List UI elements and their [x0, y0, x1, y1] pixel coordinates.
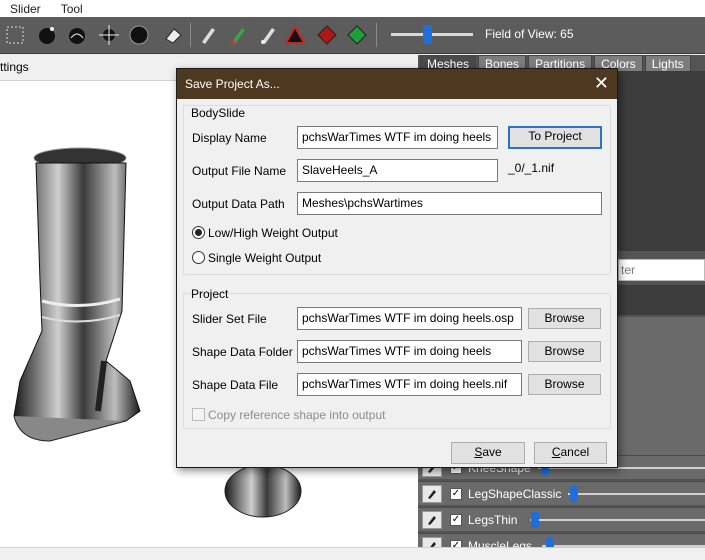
save-button[interactable]: Save [451, 442, 525, 464]
cancel-button[interactable]: Cancel [534, 442, 607, 464]
select-icon[interactable] [2, 22, 28, 48]
eraser-icon[interactable] [160, 22, 186, 48]
browse-slider-set-button[interactable]: Browse [528, 308, 601, 329]
color-brush-icon[interactable] [224, 22, 250, 48]
shape-file-label: Shape Data File [192, 378, 279, 392]
pencil-icon[interactable] [422, 511, 442, 529]
slider-set-label: Slider Set File [192, 312, 267, 326]
shape-file-input[interactable]: pchsWarTimes WTF im doing heels.nif [297, 373, 522, 396]
slider-name: LegShapeClassic [468, 487, 562, 501]
save-project-dialog: Save Project As... ✕ BodySlide Display N… [176, 68, 618, 468]
output-suffix: _0/_1.nif [508, 161, 555, 175]
menu-tool[interactable]: Tool [51, 2, 93, 16]
cancel-label: ancel [560, 445, 590, 459]
brush-inflate-icon[interactable] [126, 22, 152, 48]
diamond-red-icon[interactable] [314, 22, 340, 48]
slider-name: LegsThin [468, 513, 518, 527]
slider-filter-input[interactable]: ter [618, 259, 705, 281]
copy-reference-label: Copy reference shape into output [208, 408, 386, 422]
display-name-input[interactable]: pchsWarTimes WTF im doing heels [297, 126, 498, 149]
shape-folder-label: Shape Data Folder [192, 345, 293, 359]
close-icon[interactable]: ✕ [594, 73, 609, 93]
mask-brush-icon[interactable] [194, 22, 220, 48]
slider-thumb[interactable] [531, 512, 539, 528]
browse-shape-file-button[interactable]: Browse [528, 374, 601, 395]
settings-label[interactable]: ttings [0, 60, 29, 74]
project-group-title: Project [191, 287, 229, 301]
toolbar [0, 17, 705, 54]
fov-label: Field of View: 65 [485, 27, 574, 41]
single-weight-radio[interactable] [192, 251, 205, 264]
slider-row[interactable]: ✓ LegShapeClassic [418, 481, 705, 505]
slider-track[interactable] [568, 493, 705, 495]
alpha-brush-icon[interactable] [254, 22, 280, 48]
single-weight-label[interactable]: Single Weight Output [208, 251, 321, 265]
fov-slider-track[interactable] [391, 33, 473, 36]
fov-slider-thumb[interactable] [423, 25, 432, 44]
menu-bar: Slider Tool [0, 0, 705, 17]
diamond-green-icon[interactable] [344, 22, 370, 48]
bodyslide-group-title: BodySlide [191, 106, 246, 120]
brush-smooth-icon[interactable] [64, 22, 90, 48]
slider-checkbox[interactable]: ✓ [450, 514, 462, 526]
menu-slider[interactable]: Slider [0, 2, 51, 16]
slider-checkbox[interactable]: ✓ [450, 488, 462, 500]
output-path-label: Output Data Path [192, 197, 285, 211]
brush-sphere-icon[interactable] [34, 22, 60, 48]
slider-list-behind [618, 317, 705, 457]
output-path-input[interactable]: Meshes\pchsWartimes [297, 192, 602, 215]
to-project-button[interactable]: To Project [508, 126, 602, 149]
output-file-label: Output File Name [192, 164, 287, 178]
output-file-input[interactable]: SlaveHeels_A [297, 159, 498, 182]
browse-shape-folder-button[interactable]: Browse [528, 341, 601, 362]
dialog-title-bar[interactable]: Save Project As... ✕ [177, 69, 617, 99]
tab-lights[interactable]: Lights [644, 55, 691, 71]
brush-move-icon[interactable] [96, 22, 122, 48]
copy-reference-checkbox[interactable] [192, 408, 205, 421]
low-high-weight-label[interactable]: Low/High Weight Output [208, 226, 338, 240]
pencil-icon[interactable] [422, 485, 442, 503]
weight-brush-icon[interactable] [282, 22, 308, 48]
slider-row[interactable]: ✓ LegsThin [418, 507, 705, 531]
low-high-weight-radio[interactable] [192, 226, 205, 239]
slider-thumb[interactable] [570, 486, 578, 502]
slider-track[interactable] [530, 519, 705, 521]
display-name-label: Display Name [192, 131, 267, 145]
dialog-title: Save Project As... [185, 77, 280, 91]
save-label: ave [482, 445, 502, 459]
shape-folder-input[interactable]: pchsWarTimes WTF im doing heels [297, 340, 522, 363]
slider-set-input[interactable]: pchsWarTimes WTF im doing heels.osp [297, 307, 522, 330]
status-bar [0, 547, 705, 560]
